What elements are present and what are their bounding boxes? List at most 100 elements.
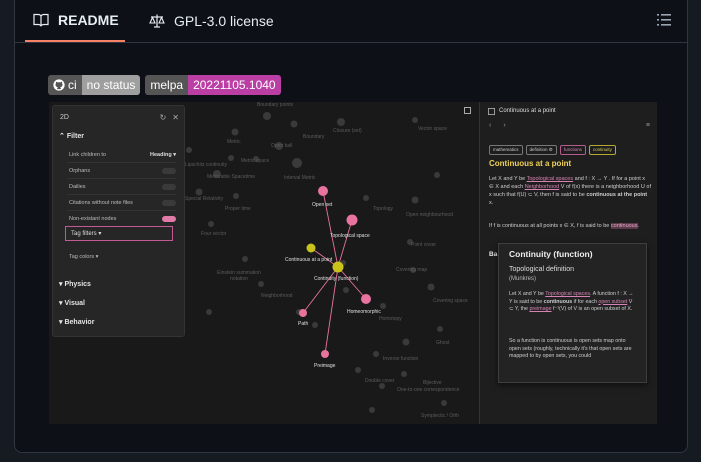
graph-label: Neighborhood [261,293,293,299]
graph-label: Double cover [365,378,395,384]
panel-title: 2D [60,113,69,121]
sidebar-toggle-icon[interactable] [464,107,471,114]
graph-label: Metric [227,139,241,145]
toggle-orphans[interactable]: Orphans [69,166,176,175]
graph-view: Boundary points Metric Open ball Closure… [49,102,479,424]
reset-icon[interactable]: ↻ [160,113,167,122]
section-visual[interactable]: ▾ Visual [59,299,85,307]
graph-label: Bijective [423,380,442,386]
tag-chip[interactable]: definition ⚙ [525,145,557,155]
graph-edges [302,190,367,355]
popup-title: Continuity (function) [509,249,593,259]
link-topological-spaces[interactable]: Topological spaces [527,176,573,182]
graph-label: Interval Metric [284,175,316,181]
graph-label: Covering map [396,267,428,273]
tab-license-label: GPL-3.0 license [174,13,274,29]
non-existant-switch[interactable] [162,215,176,222]
toggle-citations[interactable]: Citations without note files [69,198,176,207]
tab-readme[interactable]: README [25,0,125,42]
section-physics[interactable]: ▾ Physics [59,280,91,288]
node-label-open-set: Open set [312,202,333,208]
note-paragraph: If f is continuous at all points x ∈ X, … [489,223,640,229]
tab-license[interactable]: GPL-3.0 license [141,0,274,42]
org-roam-ui-screenshot: Boundary points Metric Open ball Closure… [49,102,657,424]
github-icon [53,79,65,91]
node-label-path: Path [298,321,309,327]
chevron-up-icon: ⌃ [59,133,65,140]
melpa-label: melpa [145,75,189,95]
graph-label: Lipschitz continuity [185,162,227,168]
graph-label: Topology [373,206,394,212]
close-icon[interactable]: ✕ [172,113,179,122]
node-label-continuous-at-a-point: Continuous at a point [285,257,333,263]
link-topological-spaces[interactable]: Topological spaces [545,291,590,297]
node-label-preimage: Preimage [314,363,336,369]
link-preview-popup: Continuity (function) Topological defini… [498,243,647,383]
toggle-dailies[interactable]: Dailies [69,182,176,191]
popup-paragraph: Let X and Y be Topological spaces. A fun… [509,291,634,312]
graph-label: Metrizable Spacetime [207,174,256,180]
note-header: Continuous at a point [499,108,556,114]
graph-label: Symplectic / Orth [421,413,460,419]
node-open-set [318,186,328,196]
node-topological-space [346,214,358,226]
ci-badge[interactable]: ci no status [48,75,141,95]
outline-menu-icon[interactable] [655,11,673,29]
tag-chip[interactable]: functions [559,145,586,155]
graph-label: Metric space [241,158,270,164]
ci-label: ci [68,78,77,92]
node-label-topological-space: Topological space [330,233,370,239]
note-icon [488,107,495,115]
graph-label: Vector space [418,126,447,132]
tag-chip[interactable]: mathematics [489,145,523,155]
forward-arrow-icon[interactable]: › [503,122,505,129]
note-menu-icon[interactable]: ≡ [646,122,650,129]
graph-label: Point cover [411,242,437,248]
graph-settings-panel: 2D ↻ ✕ ⌃ Filter Link children to Heading… [52,105,185,337]
melpa-badge[interactable]: melpa 20221105.1040 [145,75,281,95]
badge-row: ci no status melpa 20221105.1040 [48,75,281,95]
link-neighborhood[interactable]: Neighborhood [525,184,560,190]
graph-label: Homotopy [379,316,402,322]
tab-readme-label: README [58,12,119,28]
graph-label: Open neighbourhood [406,212,453,218]
note-heading-partial: Ba [489,251,498,258]
popup-paragraph: So a function is continuous is open sets… [509,338,632,359]
toggle-non-existant[interactable]: Non-existant nodes [69,214,176,223]
note-paragraph: Let X and Y be Topological spaces and f … [489,176,651,206]
readme-frame: README GPL-3.0 license ci no status melp… [14,0,688,453]
graph-label: One-to-one correspondence [397,387,460,393]
orphans-switch[interactable] [162,167,176,174]
popup-meta: (Munkres) [509,276,537,282]
graph-label: Four vector [201,231,227,237]
section-behavior[interactable]: ▾ Behavior [59,318,94,326]
graph-label: Special Relativity [185,196,224,202]
graph-label: Einstein summation notation [217,270,261,282]
graph-label: Open ball [271,143,293,149]
node-continuity-function [332,261,344,273]
tag-filters-button[interactable]: Tag filters ▾ [65,226,173,241]
link-children-select[interactable]: Link children to Heading ▾ [69,150,176,159]
node-label-continuity-function: Continuity (function) [314,276,359,282]
graph-label: Closure (set) [333,128,362,134]
book-icon [33,13,49,27]
graph-label: Boundary [303,134,325,140]
tag-colors-button[interactable]: Tag colors ▾ [69,252,176,261]
node-continuous-at-a-point [306,243,316,253]
scale-icon [149,14,165,28]
dailies-switch[interactable] [162,183,176,190]
back-arrow-icon[interactable]: ‹ [489,122,491,129]
citations-switch[interactable] [162,199,176,206]
note-title: Continuous at a point [489,159,572,168]
link-open-subset[interactable]: open subset [598,299,627,305]
node-homeomorphic [361,294,371,304]
ci-status: no status [81,75,141,95]
tag-chips: mathematics definition ⚙ functions conti… [489,145,616,155]
link-preimage[interactable]: preimage [529,306,551,312]
melpa-version: 20221105.1040 [188,75,281,95]
section-filter[interactable]: ⌃ Filter [59,132,84,140]
link-continuous[interactable]: continuous [610,223,638,229]
node-path [299,309,307,317]
tag-chip[interactable]: continuity [588,145,616,155]
graph-label: Ghost [436,340,450,346]
